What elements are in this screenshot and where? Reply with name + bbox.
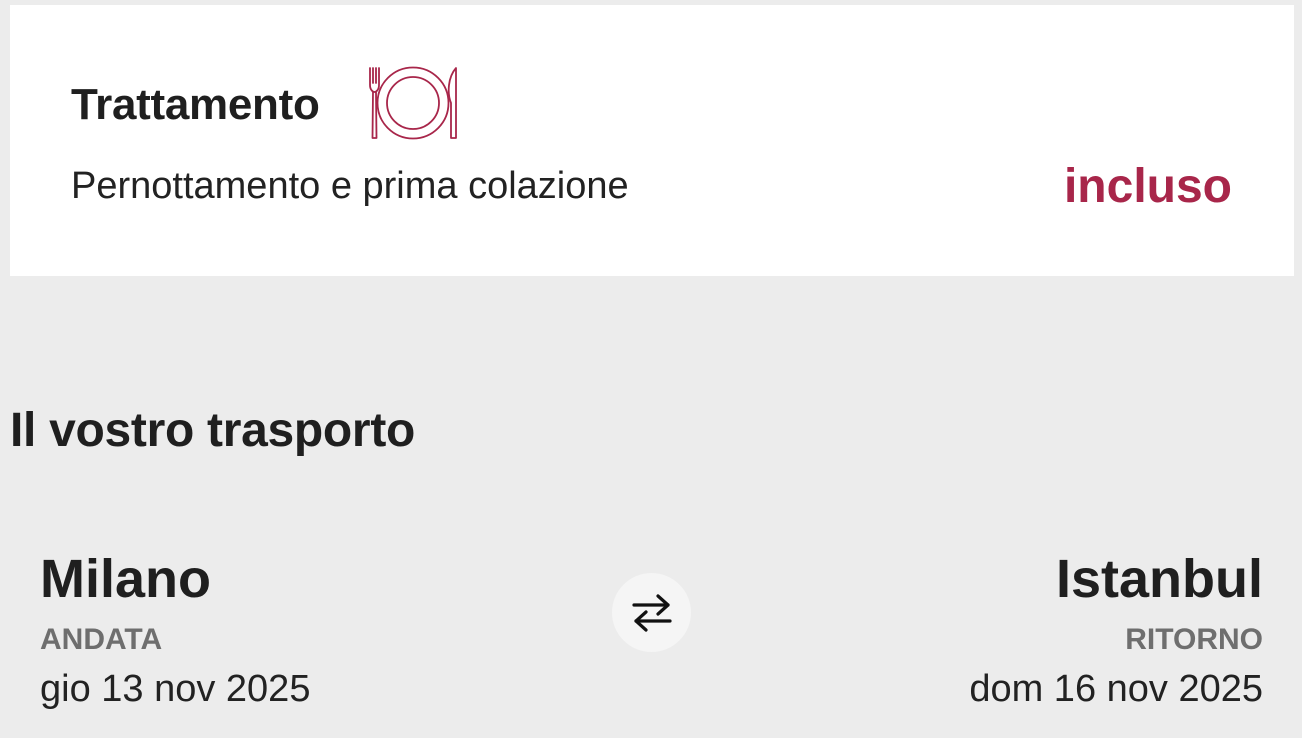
outbound-label: ANDATA [40, 623, 163, 656]
fork-plate-knife-icon [364, 65, 462, 141]
return-date: dom 16 nov 2025 [969, 668, 1263, 710]
included-badge: incluso [1063, 160, 1232, 213]
swap-direction-button[interactable] [612, 573, 691, 652]
swap-arrows-icon [631, 593, 672, 632]
treatment-card: Trattamento Pernottamento e prima colazi… [10, 5, 1294, 276]
origin-city: Milano [40, 549, 211, 609]
transport-section-title: Il vostro trasporto [10, 404, 416, 457]
treatment-value: Pernottamento e prima colazione [71, 165, 629, 207]
destination-city: Istanbul [1055, 549, 1263, 609]
outbound-date: gio 13 nov 2025 [40, 668, 311, 710]
treatment-title: Trattamento [71, 80, 320, 129]
return-label: RITORNO [1125, 623, 1263, 656]
